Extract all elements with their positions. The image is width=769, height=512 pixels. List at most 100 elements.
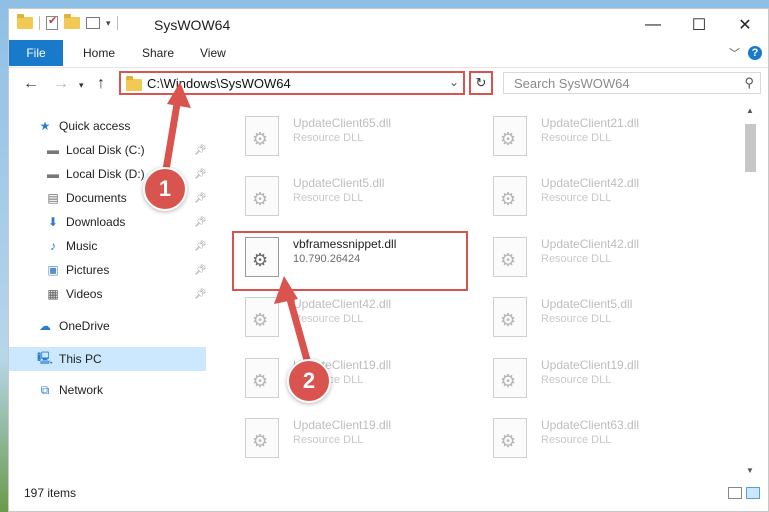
file-item[interactable]: UpdateClient63.dll Resource DLL [479, 410, 709, 466]
sidebar-item-label: OneDrive [59, 319, 110, 333]
file-item-vbframessnippet[interactable]: vbframessnippet.dll 10.790.26424 [231, 229, 461, 285]
file-item[interactable]: UpdateClient42.dll Resource DLL [231, 289, 461, 345]
address-path[interactable]: C:\Windows\SysWOW64 [147, 76, 291, 91]
search-input[interactable]: Search SysWOW64 ⚲ [503, 72, 761, 94]
file-description: Resource DLL [541, 434, 612, 446]
scroll-thumb[interactable] [745, 124, 756, 172]
file-description: Resource DLL [293, 434, 364, 446]
sidebar-item-videos[interactable]: ▦ Videos 📌︎ [9, 282, 206, 306]
toolbar-divider [39, 16, 40, 30]
chevron-down-icon[interactable]: ⌄ [449, 75, 459, 89]
file-item[interactable]: UpdateClient19.dll Resource DLL [231, 410, 461, 466]
dll-file-icon [493, 297, 527, 337]
star-icon: ★ [39, 119, 51, 133]
dll-file-icon [245, 237, 279, 277]
file-list: UpdateClient65.dll Resource DLL UpdateCl… [219, 102, 742, 482]
sidebar-item-label: Videos [66, 287, 103, 301]
navigation-pane: ★ Quick access ▬ Local Disk (C:) 📌︎ ▬ Lo… [9, 102, 207, 482]
pin-icon[interactable]: 📌︎ [194, 289, 207, 300]
expand-ribbon-icon[interactable]: ﹀ [729, 45, 740, 61]
file-item[interactable]: UpdateClient65.dll Resource DLL [231, 108, 461, 164]
dll-file-icon [245, 116, 279, 156]
step-badge-2: 2 [287, 359, 331, 403]
tab-home[interactable]: Home [83, 46, 115, 60]
tab-file[interactable]: File [9, 40, 63, 66]
documents-icon: ▤ [47, 191, 59, 205]
refresh-button[interactable]: ↻ [469, 71, 493, 95]
pin-icon[interactable]: 📌︎ [194, 241, 207, 252]
sidebar-item-pictures[interactable]: ▣ Pictures 📌︎ [9, 258, 206, 282]
dll-file-icon [245, 297, 279, 337]
pin-icon[interactable]: 📌︎ [194, 193, 207, 204]
pin-icon[interactable]: 📌︎ [194, 265, 207, 276]
dll-file-icon [493, 418, 527, 458]
new-folder-icon[interactable] [64, 14, 80, 29]
sidebar-item-music[interactable]: ♪ Music 📌︎ [9, 234, 207, 258]
file-item[interactable]: UpdateClient19.dll Resource DLL [231, 350, 461, 406]
file-item[interactable]: UpdateClient21.dll Resource DLL [479, 108, 709, 164]
sidebar-item-label: Music [66, 239, 98, 253]
sidebar-item-network[interactable]: ⧉ Network [9, 378, 206, 402]
dll-file-icon [493, 237, 527, 277]
tab-view[interactable]: View [200, 46, 226, 60]
back-arrow-icon[interactable]: ← [23, 75, 39, 93]
item-count: 197 items [24, 486, 77, 500]
explorer-window: ▾ SysWOW64 — ☐ ✕ File Home Share View ﹀ … [8, 8, 769, 512]
toolbar-divider [116, 16, 118, 30]
file-item[interactable]: UpdateClient5.dll Resource DLL [479, 289, 709, 345]
details-view-icon[interactable] [728, 487, 742, 499]
maximize-button[interactable]: ☐ [676, 9, 722, 40]
sidebar-item-label: Pictures [66, 263, 110, 277]
folder-icon [17, 14, 33, 29]
sidebar-item-local-disk-c[interactable]: ▬ Local Disk (C:) 📌︎ [9, 138, 207, 162]
properties-check-icon[interactable] [46, 14, 58, 30]
file-name: UpdateClient42.dll [541, 176, 640, 190]
title-bar: ▾ SysWOW64 — ☐ ✕ [9, 9, 768, 40]
view-toggle [728, 487, 760, 499]
sidebar-item-this-pc[interactable]: 🖳︎ This PC [9, 347, 206, 371]
pin-icon[interactable]: 📌︎ [194, 169, 207, 180]
step-badge-1: 1 [143, 167, 187, 211]
file-name: UpdateClient63.dll [541, 418, 640, 432]
minimize-button[interactable]: — [630, 9, 676, 40]
file-item[interactable]: UpdateClient19.dll Resource DLL [479, 350, 709, 406]
file-description: Resource DLL [541, 192, 612, 204]
file-item[interactable]: UpdateClient42.dll Resource DLL [479, 229, 709, 285]
recent-locations-chevron-icon[interactable]: ▾ [79, 80, 84, 91]
tab-share[interactable]: Share [142, 46, 174, 60]
dll-file-icon [493, 358, 527, 398]
network-icon: ⧉ [40, 382, 50, 397]
file-item[interactable]: UpdateClient5.dll Resource DLL [231, 168, 461, 224]
help-icon[interactable]: ? [748, 46, 762, 60]
up-arrow-icon[interactable]: ↑ [97, 75, 105, 93]
file-description: Resource DLL [541, 132, 612, 144]
sidebar-item-onedrive[interactable]: ☁ OneDrive [9, 314, 206, 338]
music-icon: ♪ [50, 239, 56, 253]
file-name: UpdateClient42.dll [541, 237, 640, 251]
file-name: UpdateClient5.dll [541, 297, 633, 311]
pin-icon[interactable]: 📌︎ [194, 145, 207, 156]
scroll-down-icon[interactable]: ▼ [746, 466, 754, 475]
search-icon[interactable]: ⚲ [744, 75, 754, 91]
address-bar[interactable]: C:\Windows\SysWOW64 ⌄ [119, 71, 465, 95]
sidebar-item-downloads[interactable]: ⬇ Downloads 📌︎ [9, 210, 207, 234]
quick-access-toolbar: ▾ [17, 14, 118, 30]
address-row: ← → ▾ ↑ C:\Windows\SysWOW64 ⌄ ↻ Search S… [9, 67, 768, 102]
pin-icon[interactable]: 📌︎ [194, 217, 207, 228]
file-name: UpdateClient19.dll [293, 418, 392, 432]
sidebar-item-quick-access[interactable]: ★ Quick access [9, 114, 206, 138]
file-item[interactable]: UpdateClient42.dll Resource DLL [479, 168, 709, 224]
chevron-down-icon[interactable]: ▾ [106, 18, 111, 29]
scroll-up-icon[interactable]: ▲ [746, 106, 754, 115]
file-description: Resource DLL [293, 313, 364, 325]
file-description: Resource DLL [293, 132, 364, 144]
vertical-scrollbar[interactable]: ▲ ▼ [742, 102, 759, 482]
properties-icon[interactable] [86, 17, 100, 29]
file-description: Resource DLL [293, 192, 364, 204]
close-button[interactable]: ✕ [722, 9, 768, 40]
dll-file-icon [245, 176, 279, 216]
file-name: UpdateClient19.dll [541, 358, 640, 372]
large-icons-view-icon[interactable] [746, 487, 760, 499]
file-name: UpdateClient42.dll [293, 297, 392, 311]
forward-arrow-icon[interactable]: → [53, 75, 69, 93]
